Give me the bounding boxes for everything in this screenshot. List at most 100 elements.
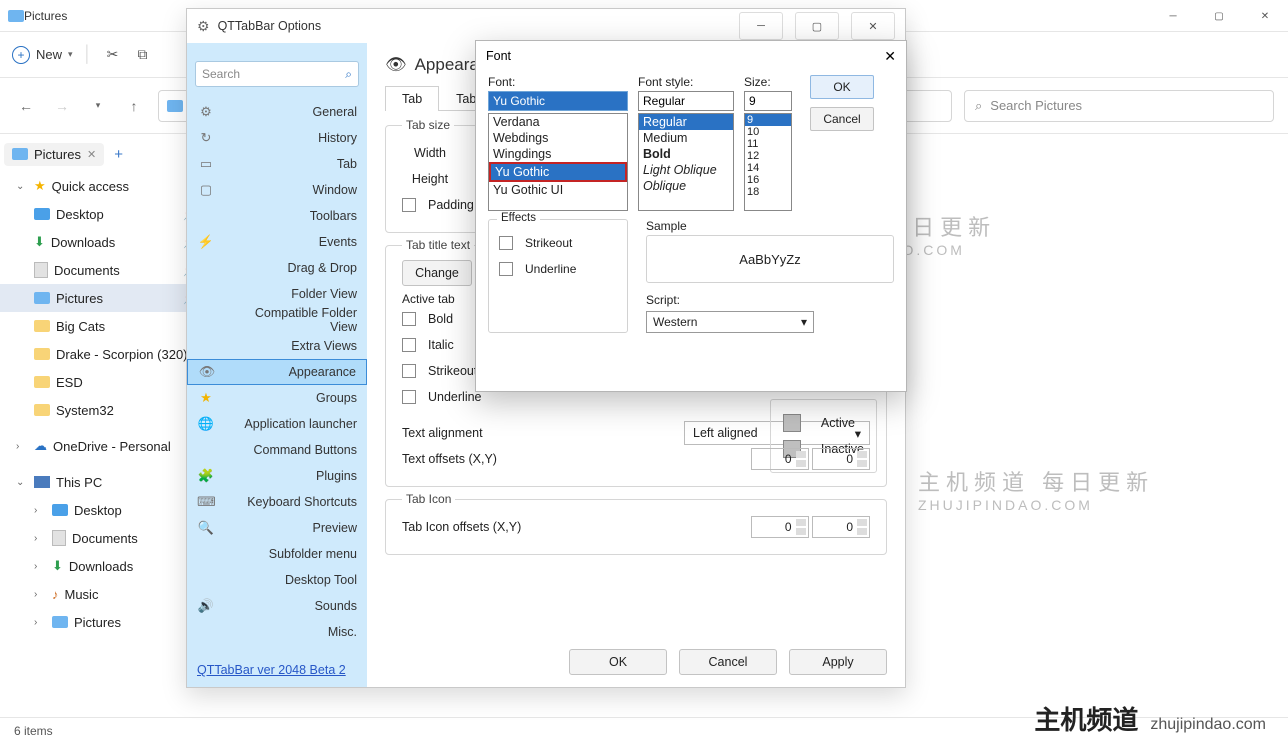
cat-toolbars[interactable]: Toolbars [187,203,367,229]
size-option[interactable]: 12 [745,150,791,162]
cat-cmdbtns[interactable]: Command Buttons [187,437,367,463]
size-input[interactable]: 9 [744,91,792,111]
cat-launcher[interactable]: 🌐Application launcher [187,411,367,437]
nav-documents2[interactable]: ›Documents [0,524,205,552]
font-option-selected[interactable]: Yu Gothic [489,162,627,182]
size-list[interactable]: 9 10 11 12 14 16 18 [744,113,792,211]
nav-pictures2[interactable]: ›Pictures [0,608,205,636]
iconoffset-x[interactable]: 0 [751,516,809,538]
search-input[interactable]: Search ⌕ [195,61,359,87]
cat-subfolder[interactable]: Subfolder menu [187,541,367,567]
textoffset-y[interactable]: 0 [812,448,870,470]
cat-folderview[interactable]: Folder View [187,281,367,307]
cat-history[interactable]: ↻History [187,125,367,151]
ok-button[interactable]: OK [810,75,874,99]
cat-preview[interactable]: 🔍Preview [187,515,367,541]
strikeout-checkbox[interactable] [499,236,513,250]
size-option[interactable]: 14 [745,162,791,174]
nav-music[interactable]: ›♪Music [0,580,205,608]
style-option-selected[interactable]: Regular [639,114,733,130]
cat-dragdrop[interactable]: Drag & Drop [187,255,367,281]
cat-sounds[interactable]: 🔊Sounds [187,593,367,619]
cat-compat[interactable]: Compatible Folder View [187,307,367,333]
version-link[interactable]: QTTabBar ver 2048 Beta 2 [187,653,367,687]
cancel-button[interactable]: Cancel [810,107,874,131]
style-option[interactable]: Light Oblique [639,162,733,178]
search-input[interactable]: ⌕ Search Pictures [964,90,1274,122]
nav-system32[interactable]: System32 [0,396,205,424]
underline-checkbox[interactable] [402,390,416,404]
recent-dropdown[interactable]: ▾ [86,100,110,111]
size-option[interactable]: 11 [745,138,791,150]
cut-icon[interactable]: ✂ [103,45,123,65]
script-select[interactable]: Western▾ [646,311,814,333]
textoffset-x[interactable]: 0 [751,448,809,470]
close-button[interactable]: ✕ [884,48,896,65]
maximize-button[interactable]: ▢ [795,12,839,40]
new-tab-button[interactable]: + [108,146,129,163]
cat-events[interactable]: ⚡Events [187,229,367,255]
forward-button[interactable]: → [50,98,74,114]
iconoffset-y[interactable]: 0 [812,516,870,538]
back-button[interactable]: ← [14,98,38,114]
apply-button[interactable]: Apply [789,649,887,675]
size-option-selected[interactable]: 9 [745,114,791,126]
style-option[interactable]: Bold [639,146,733,162]
nav-downloads2[interactable]: ›⬇Downloads [0,552,205,580]
cat-desktool[interactable]: Desktop Tool [187,567,367,593]
nav-downloads[interactable]: ⬇Downloads📌 [0,228,205,256]
cat-groups[interactable]: ★Groups [187,385,367,411]
cat-appearance[interactable]: 👁Appearance [187,359,367,385]
font-option[interactable]: Yu Gothic UI [489,182,627,198]
style-option[interactable]: Medium [639,130,733,146]
cat-general[interactable]: ⚙General [187,99,367,125]
cat-misc[interactable]: Misc. [187,619,367,645]
cancel-button[interactable]: Cancel [679,649,777,675]
italic-checkbox[interactable] [402,338,416,352]
tab-pictures[interactable]: Pictures ✕ [4,143,104,166]
bold-checkbox[interactable] [402,312,416,326]
new-button[interactable]: + New ▾ [12,46,73,64]
size-option[interactable]: 16 [745,174,791,186]
style-option[interactable]: Oblique [639,178,733,194]
up-button[interactable]: ↑ [122,98,146,114]
close-icon[interactable]: ✕ [87,148,96,161]
cat-plugins[interactable]: 🧩Plugins [187,463,367,489]
nav-pictures[interactable]: Pictures📌 [0,284,205,312]
strikeout-checkbox[interactable] [402,364,416,378]
cat-window[interactable]: ▢Window [187,177,367,203]
minimize-button[interactable]: ─ [739,12,783,40]
active-color[interactable] [783,414,801,432]
cat-shortcuts[interactable]: ⌨Keyboard Shortcuts [187,489,367,515]
change-button[interactable]: Change [402,260,472,286]
font-list[interactable]: Verdana Webdings Wingdings Yu Gothic Yu … [488,113,628,211]
padding-checkbox[interactable] [402,198,416,212]
cat-tab[interactable]: ▭Tab [187,151,367,177]
size-option[interactable]: 10 [745,126,791,138]
close-button[interactable]: ✕ [851,12,895,40]
subtab-tab[interactable]: Tab [385,86,439,111]
cat-extraviews[interactable]: Extra Views [187,333,367,359]
underline-checkbox[interactable] [499,262,513,276]
ok-button[interactable]: OK [569,649,667,675]
style-list[interactable]: Regular Medium Bold Light Oblique Obliqu… [638,113,734,211]
nav-onedrive[interactable]: ›☁OneDrive - Personal [0,432,205,460]
nav-bigcats[interactable]: Big Cats [0,312,205,340]
nav-documents[interactable]: Documents📌 [0,256,205,284]
copy-icon[interactable]: ⧉ [133,45,153,65]
font-option[interactable]: Verdana [489,114,627,130]
minimize-button[interactable]: ─ [1150,0,1196,32]
nav-desktop[interactable]: Desktop📌 [0,200,205,228]
nav-thispc[interactable]: ⌄This PC [0,468,205,496]
size-option[interactable]: 18 [745,186,791,198]
nav-esd[interactable]: ESD [0,368,205,396]
font-option[interactable]: Wingdings [489,146,627,162]
close-button[interactable]: ✕ [1242,0,1288,32]
nav-desktop2[interactable]: ›Desktop [0,496,205,524]
style-input[interactable]: Regular [638,91,734,111]
quick-access[interactable]: ⌄ ★ Quick access [0,172,205,200]
font-option[interactable]: Webdings [489,130,627,146]
maximize-button[interactable]: ▢ [1196,0,1242,32]
font-input[interactable]: Yu Gothic [488,91,628,111]
nav-drake[interactable]: Drake - Scorpion (320) [0,340,205,368]
